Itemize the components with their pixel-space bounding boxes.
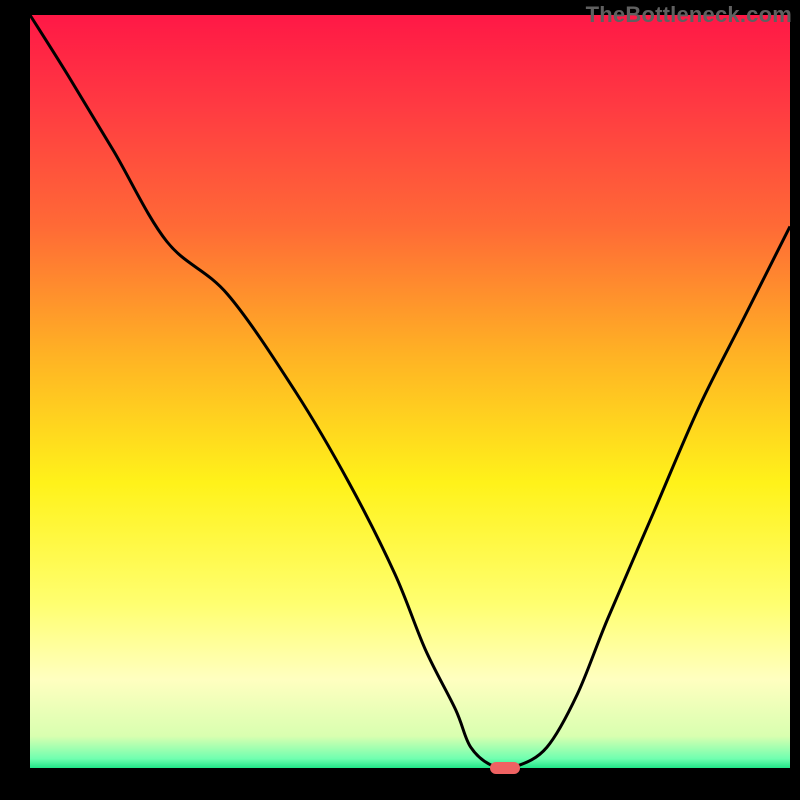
bottleneck-marker — [490, 762, 520, 774]
chart-frame: TheBottleneck.com — [0, 0, 800, 800]
plot-background — [30, 15, 790, 770]
watermark-text: TheBottleneck.com — [586, 2, 792, 28]
bottleneck-chart — [0, 0, 800, 800]
